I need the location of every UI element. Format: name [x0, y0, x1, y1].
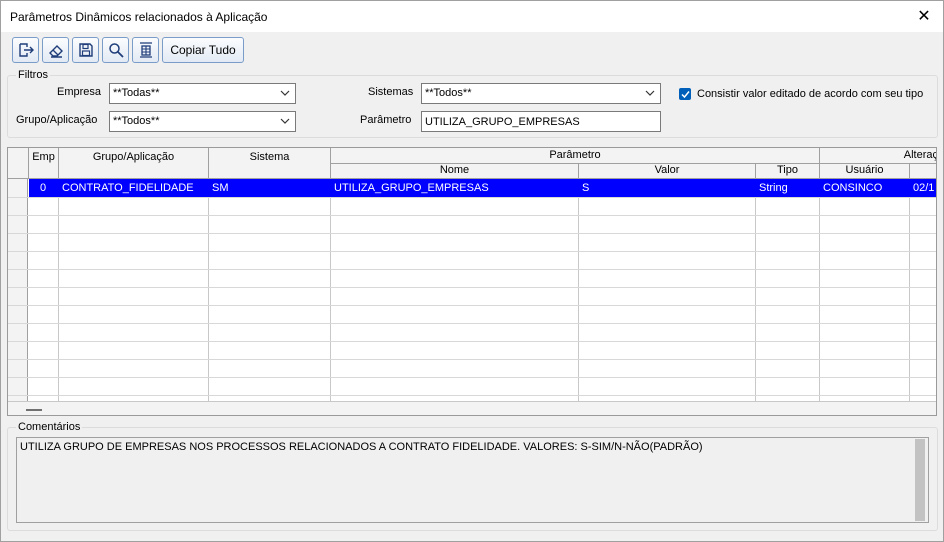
col-header-grupo[interactable]: Grupo/Aplicação	[59, 148, 209, 179]
exit-button[interactable]	[12, 37, 39, 63]
close-icon[interactable]: ✕	[913, 5, 935, 27]
grid-divider	[208, 179, 209, 401]
col-header-tipo[interactable]: Tipo	[756, 164, 820, 179]
row-indicator-header	[8, 148, 29, 179]
grid-row-line	[8, 377, 936, 378]
cell-tipo: String	[759, 182, 788, 194]
grupo-label: Grupo/Aplicação	[16, 114, 98, 126]
grid-row-line	[8, 305, 936, 306]
empresa-label: Empresa	[57, 86, 102, 98]
copy-all-button[interactable]: Copiar Tudo	[162, 37, 244, 63]
col-header-emp[interactable]: Emp	[29, 148, 59, 179]
comments-legend: Comentários	[16, 421, 83, 433]
col-group-header-alteracao: Alteraç	[820, 148, 936, 164]
grupo-select[interactable]: **Todos**	[109, 111, 296, 132]
title-bar: Parâmetros Dinâmicos relacionados à Apli…	[1, 1, 943, 32]
sistemas-label: Sistemas	[368, 86, 414, 98]
grid-row-line	[8, 341, 936, 342]
grid-divider	[330, 179, 331, 401]
grid-divider	[819, 179, 820, 401]
col-header-nome[interactable]: Nome	[331, 164, 579, 179]
comments-text: UTILIZA GRUPO DE EMPRESAS NOS PROCESSOS …	[20, 441, 703, 453]
checkmark-icon	[680, 90, 690, 98]
consistir-checkbox[interactable]	[679, 88, 691, 100]
search-icon	[108, 43, 124, 58]
grid-row-line	[8, 395, 936, 396]
exit-icon	[18, 43, 34, 57]
cell-emp: 0	[40, 182, 47, 194]
grid-row-line	[8, 269, 936, 270]
row-indicator-column	[8, 179, 28, 401]
grid-divider	[909, 179, 910, 401]
comments-group: Comentários UTILIZA GRUPO DE EMPRESAS NO…	[7, 421, 938, 531]
grid-divider	[578, 179, 579, 401]
filters-legend: Filtros	[16, 69, 50, 81]
grupo-value: **Todos**	[113, 115, 160, 127]
clear-button[interactable]	[42, 37, 69, 63]
table-row-selected[interactable]: 0 CONTRATO_FIDELIDADE SM UTILIZA_GRUPO_E…	[29, 179, 936, 197]
col-header-valor[interactable]: Valor	[579, 164, 756, 179]
chevron-down-icon	[645, 90, 655, 96]
eraser-icon	[48, 45, 63, 58]
window-title: Parâmetros Dinâmicos relacionados à Apli…	[10, 10, 268, 24]
save-icon	[78, 43, 93, 57]
consistir-label: Consistir valor editado de acordo com se…	[697, 88, 924, 100]
col-header-sistema[interactable]: Sistema	[209, 148, 331, 179]
table-button[interactable]	[132, 37, 159, 63]
parametro-input[interactable]: UTILIZA_GRUPO_EMPRESAS	[421, 111, 661, 132]
cell-data: 02/1	[913, 182, 935, 194]
grid-divider	[755, 179, 756, 401]
sistemas-value: **Todos**	[425, 87, 472, 99]
search-button[interactable]	[102, 37, 129, 63]
cell-sistema: SM	[212, 182, 229, 194]
grid-row-line	[8, 251, 936, 252]
cell-usuario: CONSINCO	[823, 182, 883, 194]
grid-row-line	[8, 233, 936, 234]
grid-divider	[58, 179, 59, 401]
sistemas-select[interactable]: **Todos**	[421, 83, 661, 104]
save-button[interactable]	[72, 37, 99, 63]
grid-row-line	[8, 359, 936, 360]
chevron-down-icon	[280, 90, 290, 96]
col-header-usuario[interactable]: Usuário	[820, 164, 910, 179]
parameters-grid: Emp Grupo/Aplicação Sistema Parâmetro Al…	[7, 147, 937, 416]
cell-grupo: CONTRATO_FIDELIDADE	[62, 182, 194, 194]
grid-row-line	[8, 323, 936, 324]
parametro-label: Parâmetro	[360, 114, 412, 126]
col-group-header-parametro: Parâmetro	[331, 148, 820, 164]
parametros-dinamicos-window: Parâmetros Dinâmicos relacionados à Apli…	[0, 0, 944, 542]
grid-row-line	[8, 197, 936, 198]
chevron-down-icon	[280, 118, 290, 124]
cell-nome: UTILIZA_GRUPO_EMPRESAS	[334, 182, 489, 194]
memo-scrollbar-thumb[interactable]	[915, 439, 925, 521]
minus-icon[interactable]	[26, 409, 42, 411]
table-icon	[139, 42, 152, 58]
empresa-select[interactable]: **Todas**	[109, 83, 296, 104]
grid-row-line	[8, 287, 936, 288]
col-header-data[interactable]	[910, 164, 936, 179]
grid-footer	[8, 401, 936, 415]
comments-memo[interactable]: UTILIZA GRUPO DE EMPRESAS NOS PROCESSOS …	[16, 437, 929, 523]
memo-scrollbar[interactable]	[911, 438, 928, 522]
grid-row-line	[8, 215, 936, 216]
cell-valor: S	[582, 182, 590, 194]
empresa-value: **Todas**	[113, 87, 160, 99]
